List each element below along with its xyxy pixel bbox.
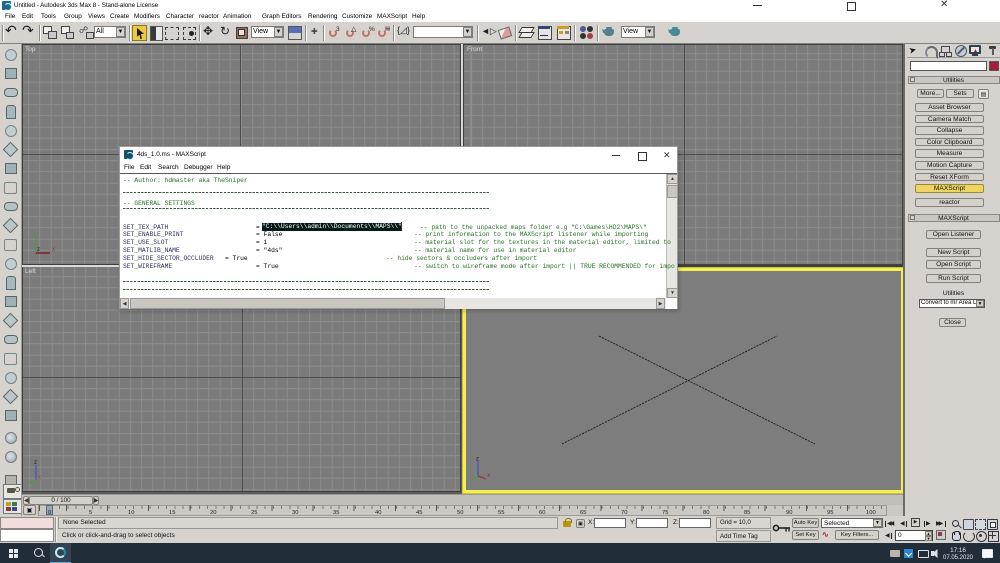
svg-text:x: x [487, 473, 490, 479]
svg-text:z: z [476, 456, 479, 462]
svg-text:z: z [37, 247, 40, 253]
svg-text:z: z [34, 460, 37, 466]
svg-text:y: y [34, 233, 37, 239]
svg-text:x: x [52, 247, 55, 253]
svg-text:x: x [38, 475, 41, 481]
